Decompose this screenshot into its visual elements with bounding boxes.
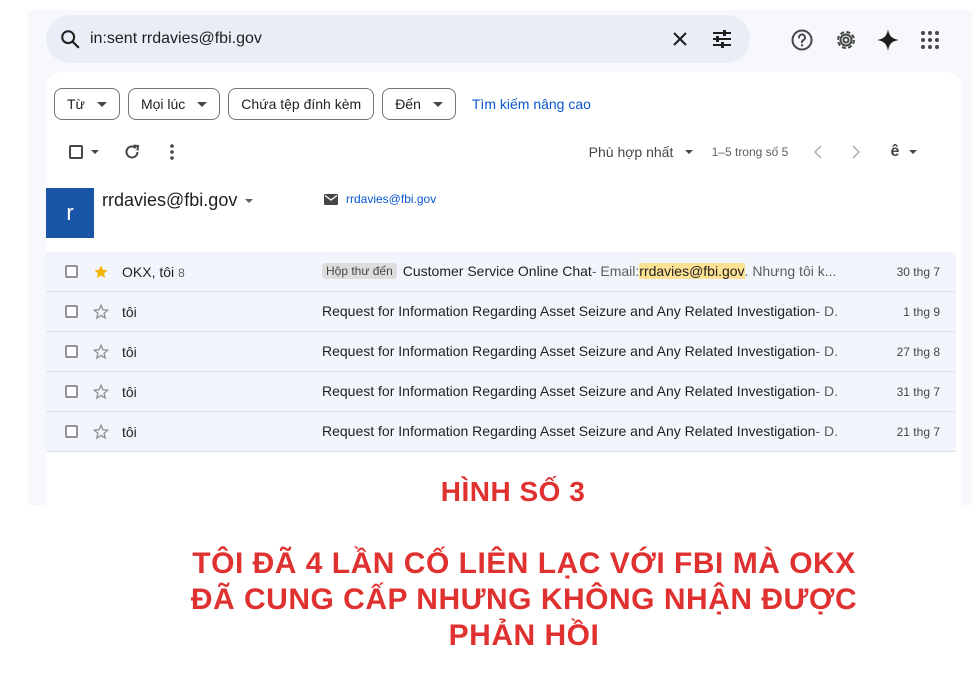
sender-name: tôi [122,384,137,400]
search-highlight: rrdavies@fbi.gov [639,263,745,279]
tune-icon[interactable] [708,25,736,53]
subject: Customer Service Online Chat [402,263,592,279]
search-icon[interactable] [58,27,82,51]
message-preview: Request for Information Regarding Asset … [322,343,848,359]
chip-label: Mọi lúc [140,96,186,112]
gear-icon[interactable] [832,26,860,54]
help-icon[interactable] [788,26,816,54]
inbox-label[interactable]: Hộp thư đến [322,263,397,279]
caption-body: TÔI ĐÃ 4 LẦN CỐ LIÊN LẠC VỚI FBI MÀ OKX … [160,546,888,654]
gmail-app: Từ Mọi lúc Chứa tệp đính kèm Đến Tìm kiế… [28,10,972,505]
snippet-after: . Nhưng tôi k... [744,263,837,279]
input-tools-toggle[interactable]: ê [884,136,924,168]
message-preview: Request for Information Regarding Asset … [322,303,848,319]
chip-label: Đến [395,96,421,112]
subject: Request for Information Regarding Asset … [322,383,816,399]
subject: Request for Information Regarding Asset … [322,303,816,319]
snippet: - D. [815,383,838,399]
star-outline-icon[interactable] [92,303,110,321]
pagination-label: 1–5 trong số 5 [711,145,789,159]
caption-line: PHẢN HỒI [448,619,600,652]
caret-down-icon[interactable] [91,150,99,154]
caret-down-icon [685,150,694,154]
date: 21 thg 7 [896,425,940,439]
chip-label: Chứa tệp đính kèm [241,96,362,112]
message-preview: Request for Information Regarding Asset … [322,383,848,399]
select-all-checkbox[interactable] [69,145,83,159]
sender: OKX, tôi 8 [122,264,185,280]
advanced-search-link[interactable]: Tìm kiếm nâng cao [472,96,591,112]
filter-chip-from[interactable]: Từ [54,88,120,120]
star-icon[interactable] [92,263,110,281]
mail-row[interactable]: tôi Request for Information Regarding As… [46,332,956,372]
avatar[interactable]: r [46,188,94,238]
caret-down-icon [197,101,208,107]
snippet-before: - Email: [591,263,640,279]
pagination-count[interactable]: 1–5 trong số 5 [710,136,790,168]
caret-down-icon[interactable] [245,198,254,203]
chip-label: Từ [67,96,85,112]
row-checkbox[interactable] [65,265,78,278]
sparkle-icon[interactable] [874,26,902,54]
mail-row[interactable]: tôi Request for Information Regarding As… [46,372,956,412]
sender-name: tôi [122,424,137,440]
snippet: - D. [815,303,838,319]
caption-title: HÌNH SỐ 3 [440,476,586,507]
mail-row[interactable]: tôi Request for Information Regarding As… [46,412,956,452]
next-page-icon[interactable] [844,136,868,168]
subject: Request for Information Regarding Asset … [322,423,816,439]
star-outline-icon[interactable] [92,383,110,401]
filter-chip-anytime[interactable]: Mọi lúc [127,88,221,120]
row-checkbox[interactable] [65,345,78,358]
sender-name: OKX, tôi [122,264,175,280]
message-preview: Request for Information Regarding Asset … [322,423,848,439]
contact-card-name[interactable]: rrdavies@fbi.gov [102,190,254,211]
thread-count: 8 [178,266,185,280]
search-bar[interactable] [46,15,750,63]
caret-down-icon [432,101,443,107]
contact-email-link[interactable]: rrdavies@fbi.gov [324,192,436,206]
row-checkbox[interactable] [65,305,78,318]
sender-name: tôi [122,344,137,360]
input-tools-icon: ê [890,143,900,160]
star-outline-icon[interactable] [92,343,110,361]
prev-page-icon[interactable] [806,136,830,168]
caret-down-icon [96,101,107,107]
date: 31 thg 7 [896,385,940,399]
sender-name: tôi [122,304,137,320]
mail-list: OKX, tôi 8 Hộp thư đến Customer Service O… [46,252,956,452]
row-checkbox[interactable] [65,385,78,398]
mail-icon [324,193,338,205]
search-filter-chips: Từ Mọi lúc Chứa tệp đính kèm Đến Tìm kiế… [54,88,591,120]
date: 1 thg 9 [903,305,940,319]
snippet: - D. [815,343,838,359]
sort-label: Phù hợp nhất [588,144,674,160]
search-input[interactable] [90,23,650,55]
caret-down-icon [909,150,918,154]
date: 30 thg 7 [896,265,940,279]
caption-line: TÔI ĐÃ 4 LẦN CỐ LIÊN LẠC VỚI FBI MÀ OKX [192,547,856,580]
snippet: - D. [815,423,838,439]
sort-dropdown[interactable]: Phù hợp nhất [584,136,698,168]
caption-line: ĐÃ CUNG CẤP NHƯNG KHÔNG NHẬN ĐƯỢC [190,583,858,616]
message-preview: Hộp thư đến Customer Service Online Chat… [322,263,848,279]
close-icon[interactable] [666,25,694,53]
more-vert-icon[interactable] [158,136,186,168]
contact-name: rrdavies@fbi.gov [102,190,238,210]
contact-email: rrdavies@fbi.gov [346,192,437,206]
filter-chip-to[interactable]: Đến [382,88,456,120]
date: 27 thg 8 [896,345,940,359]
subject: Request for Information Regarding Asset … [322,343,816,359]
mail-row[interactable]: tôi Request for Information Regarding As… [46,292,956,332]
refresh-icon[interactable] [118,136,146,168]
star-outline-icon[interactable] [92,423,110,441]
list-toolbar: Phù hợp nhất 1–5 trong số 5 ê [46,136,962,168]
filter-chip-has-attachment[interactable]: Chứa tệp đính kèm [228,88,375,120]
apps-grid-icon[interactable] [916,26,944,54]
mail-panel: Từ Mọi lúc Chứa tệp đính kèm Đến Tìm kiế… [46,72,962,505]
mail-row[interactable]: OKX, tôi 8 Hộp thư đến Customer Service O… [46,252,956,292]
row-checkbox[interactable] [65,425,78,438]
select-all[interactable] [64,136,104,168]
